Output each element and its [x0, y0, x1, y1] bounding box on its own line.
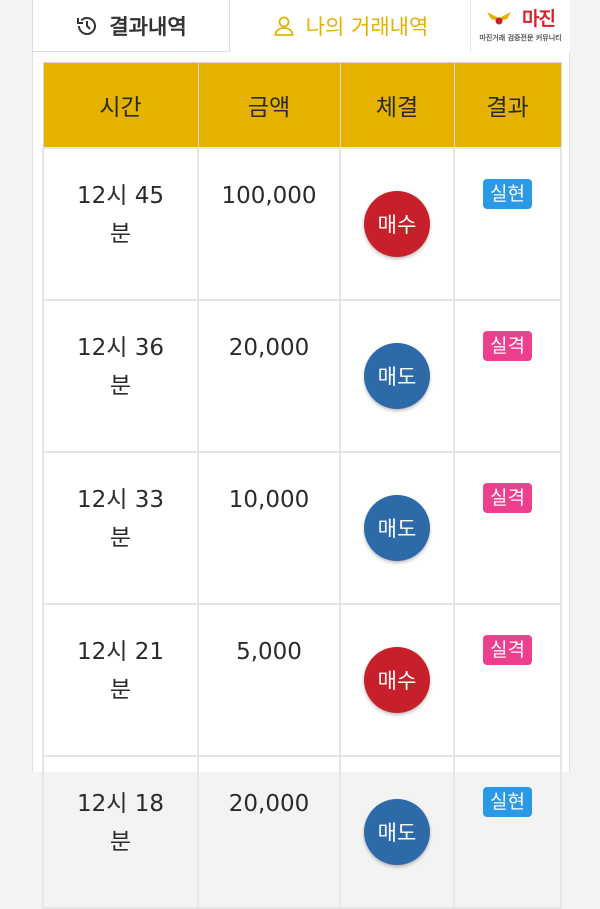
- result-badge: 실격: [483, 483, 532, 513]
- cell-execution: 매도: [339, 299, 455, 453]
- tab-my-trades-label: 나의 거래내역: [305, 15, 429, 39]
- cell-time: 12시 33 분: [42, 451, 199, 605]
- cell-execution: 매수: [339, 147, 455, 301]
- header-execution: 체결: [339, 62, 455, 149]
- tab-result-history[interactable]: 결과내역: [32, 0, 230, 52]
- header-result: 결과: [453, 62, 562, 149]
- cell-amount: 5,000: [197, 603, 341, 757]
- logo-subtitle: 마진거래 검증전문 커뮤니티: [479, 34, 562, 42]
- cell-amount: 20,000: [197, 755, 341, 909]
- cell-execution: 매수: [339, 603, 455, 757]
- trade-history-panel: 시간 금액 체결 결과 12시 45 분 100,000 매수 실현 12시 3…: [32, 52, 570, 909]
- cell-time: 12시 21 분: [42, 603, 199, 757]
- time-minute-unit: 분: [109, 373, 132, 399]
- buy-badge: 매수: [364, 191, 430, 257]
- eagle-emblem-icon: [487, 11, 512, 24]
- time-hour: 12시 45: [76, 183, 164, 209]
- header-time: 시간: [42, 62, 199, 149]
- tab-result-history-label: 결과내역: [109, 14, 187, 39]
- result-badge: 실격: [483, 331, 532, 361]
- table-row: 12시 21 분 5,000 매수 실격: [42, 603, 562, 757]
- cell-time: 12시 45 분: [42, 147, 199, 301]
- result-badge: 실격: [483, 635, 532, 665]
- time-minute-unit: 분: [109, 525, 132, 551]
- cell-result: 실현: [453, 147, 562, 301]
- table-row: 12시 18 분 20,000 매도 실현: [42, 755, 562, 909]
- time-hour: 12시 18: [76, 791, 164, 817]
- cell-result: 실격: [453, 299, 562, 453]
- logo-text: 마진: [522, 8, 556, 30]
- table-row: 12시 33 분 10,000 매도 실격: [42, 451, 562, 605]
- tab-my-trades[interactable]: 나의 거래내역: [230, 0, 470, 52]
- cell-amount: 20,000: [197, 299, 341, 453]
- time-minute-unit: 분: [109, 677, 132, 703]
- cell-time: 12시 36 분: [42, 299, 199, 453]
- time-hour: 12시 21: [76, 639, 164, 665]
- trade-table: 시간 금액 체결 결과 12시 45 분 100,000 매수 실현 12시 3…: [42, 62, 562, 909]
- buy-badge: 매수: [364, 647, 430, 713]
- cell-result: 실격: [453, 603, 562, 757]
- sell-badge: 매도: [364, 343, 430, 409]
- tab-bar: 결과내역 나의 거래내역 마진 마진거래 검증전문 커뮤니티: [0, 0, 600, 52]
- time-hour: 12시 36: [76, 335, 164, 361]
- table-row: 12시 36 분 20,000 매도 실격: [42, 299, 562, 453]
- cell-amount: 100,000: [197, 147, 341, 301]
- result-badge: 실현: [483, 787, 532, 817]
- history-icon: [77, 16, 97, 35]
- time-minute-unit: 분: [109, 221, 132, 247]
- header-amount: 금액: [197, 62, 341, 149]
- time-minute-unit: 분: [109, 829, 132, 855]
- time-hour: 12시 33: [76, 487, 164, 513]
- site-logo: 마진 마진거래 검증전문 커뮤니티: [470, 0, 570, 52]
- cell-amount: 10,000: [197, 451, 341, 605]
- user-icon: [274, 16, 294, 36]
- result-badge: 실현: [483, 179, 532, 209]
- sell-badge: 매도: [364, 495, 430, 561]
- sell-badge: 매도: [364, 799, 430, 865]
- cell-time: 12시 18 분: [42, 755, 199, 909]
- cell-result: 실격: [453, 451, 562, 605]
- table-header-row: 시간 금액 체결 결과: [42, 62, 562, 149]
- cell-execution: 매도: [339, 755, 455, 909]
- cell-execution: 매도: [339, 451, 455, 605]
- table-row: 12시 45 분 100,000 매수 실현: [42, 147, 562, 301]
- cell-result: 실현: [453, 755, 562, 909]
